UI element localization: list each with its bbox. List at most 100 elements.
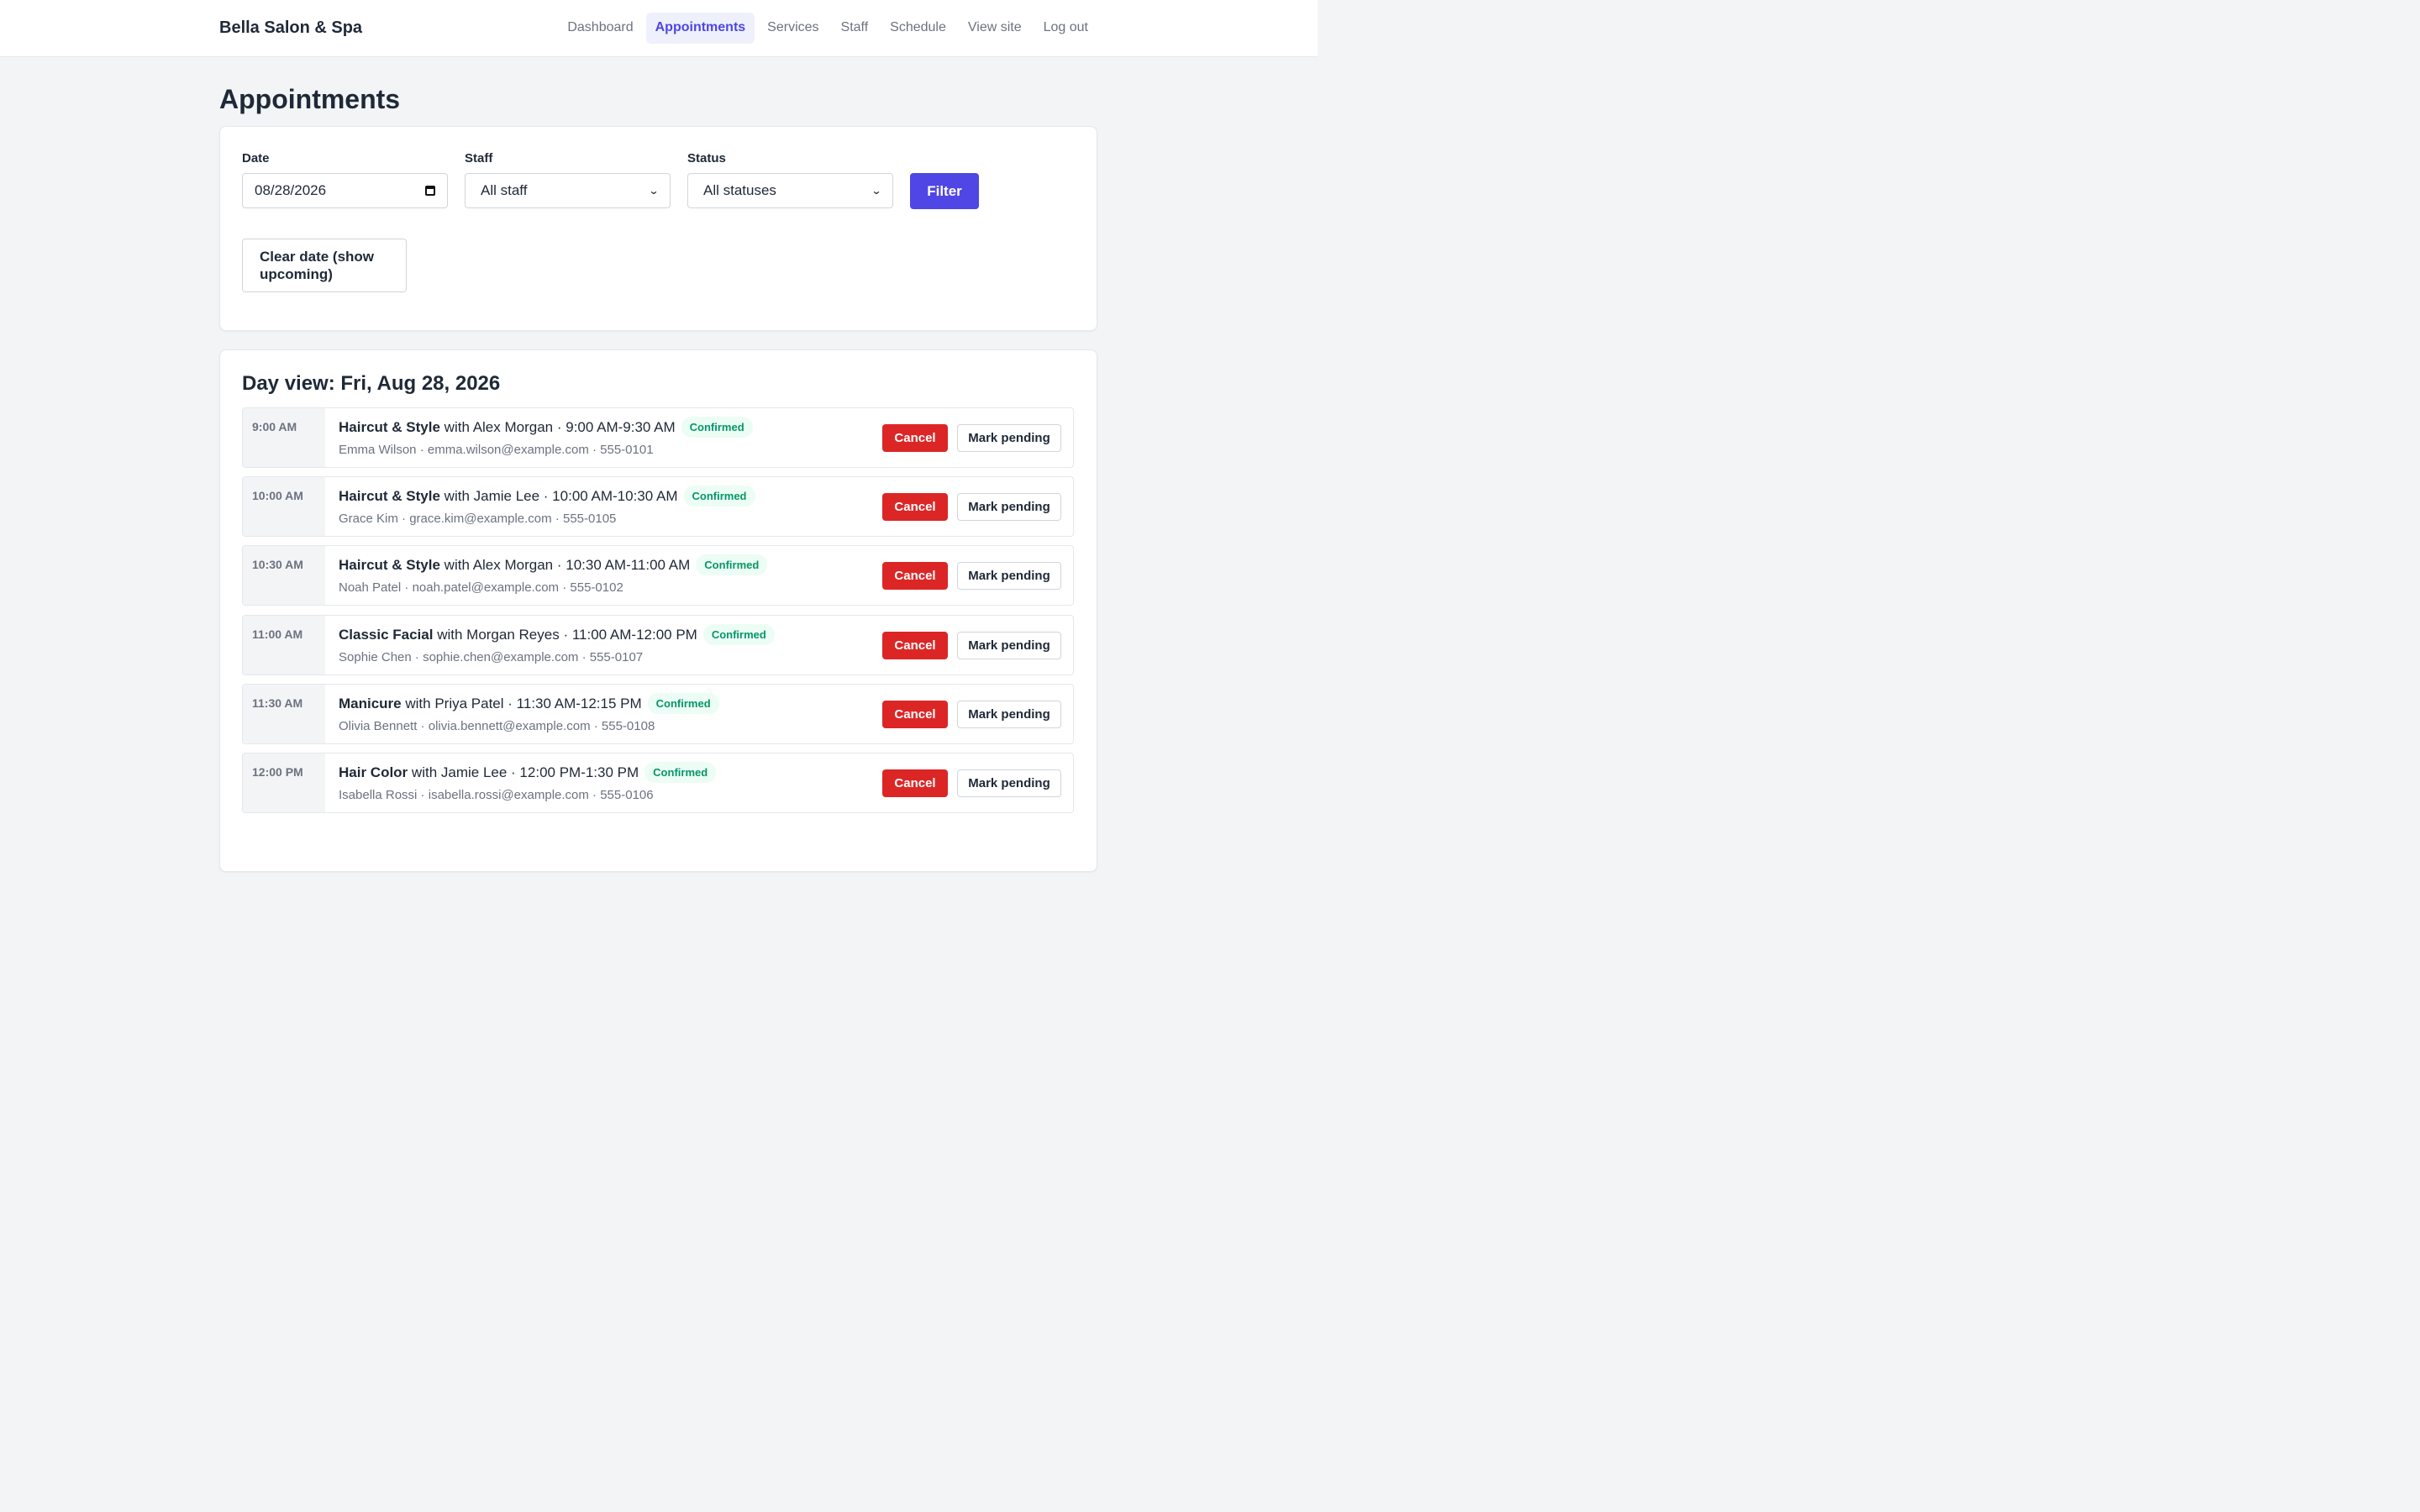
nav-dashboard[interactable]: Dashboard <box>558 13 642 44</box>
appointment-summary: Haircut & Style with Alex Morgan · 9:00 … <box>339 417 753 438</box>
appointment-time: 10:00 AM <box>252 489 303 502</box>
nav-appointments[interactable]: Appointments <box>645 13 755 44</box>
cancel-button[interactable]: Cancel <box>882 632 948 659</box>
cancel-button[interactable]: Cancel <box>882 562 948 590</box>
appointment-time: 9:00 AM <box>252 420 297 433</box>
client-phone: 555-0106 <box>600 788 654 802</box>
service-name: Haircut & Style <box>339 418 440 435</box>
status-label: Status <box>687 151 726 165</box>
service-name: Haircut & Style <box>339 487 440 504</box>
time-range: · 9:00 AM-9:30 AM <box>556 418 676 435</box>
status-field: Status All statuses ⌄ <box>687 151 893 208</box>
cancel-button[interactable]: Cancel <box>882 769 948 797</box>
appointment-time: 11:30 AM <box>252 696 303 710</box>
client-phone: 555-0101 <box>600 443 654 457</box>
time-column: 10:00 AM <box>243 477 325 536</box>
time-column: 11:30 AM <box>243 685 325 743</box>
mark-pending-button[interactable]: Mark pending <box>957 562 1061 590</box>
top-navbar: Bella Salon & Spa Dashboard Appointments… <box>0 0 1318 57</box>
date-field: Date 08/28/2026 <box>242 151 448 208</box>
nav-staff[interactable]: Staff <box>832 13 878 44</box>
client-details: Isabella Rossi · isabella.rossi@example.… <box>339 788 654 802</box>
status-select-value: All statuses <box>703 182 776 198</box>
staff-name: with Morgan Reyes <box>437 626 560 643</box>
client-email: noah.patel@example.com <box>412 580 560 595</box>
date-label: Date <box>242 151 270 165</box>
appointment-summary: Haircut & Style with Jamie Lee · 10:00 A… <box>339 486 755 507</box>
chevron-down-icon: ⌄ <box>648 185 660 197</box>
date-value: 08/28/2026 <box>255 182 327 198</box>
time-column: 10:30 AM <box>243 546 325 605</box>
client-email: sophie.chen@example.com <box>423 650 579 664</box>
status-badge: Confirmed <box>702 624 775 645</box>
status-badge: Confirmed <box>681 417 753 438</box>
staff-name: with Jamie Lee <box>444 487 540 504</box>
mark-pending-button[interactable]: Mark pending <box>957 493 1061 521</box>
appointment-summary: Manicure with Priya Patel · 11:30 AM-12:… <box>339 693 719 714</box>
client-name: Isabella Rossi <box>339 788 418 802</box>
client-email: olivia.bennett@example.com <box>428 719 591 733</box>
service-name: Hair Color <box>339 764 408 780</box>
nav-services[interactable]: Services <box>758 13 828 44</box>
appointment-row: 11:00 AM Classic Facial with Morgan Reye… <box>242 615 1074 675</box>
time-column: 9:00 AM <box>243 408 325 467</box>
appointment-summary: Haircut & Style with Alex Morgan · 10:30… <box>339 554 768 575</box>
client-details: Noah Patel · noah.patel@example.com · 55… <box>339 580 623 595</box>
status-badge: Confirmed <box>647 693 719 714</box>
appointment-row: 10:00 AM Haircut & Style with Jamie Lee … <box>242 476 1074 537</box>
page-title: Appointments <box>219 84 401 114</box>
filter-button[interactable]: Filter <box>910 173 979 209</box>
mark-pending-button[interactable]: Mark pending <box>957 632 1061 659</box>
staff-field: Staff All staff ⌄ <box>465 151 671 208</box>
nav-view-site[interactable]: View site <box>959 13 1031 44</box>
day-view-title: Day view: Fri, Aug 28, 2026 <box>242 372 501 395</box>
time-column: 11:00 AM <box>243 616 325 675</box>
brand-logo-text[interactable]: Bella Salon & Spa <box>219 0 362 56</box>
client-details: Sophie Chen · sophie.chen@example.com · … <box>339 650 644 664</box>
time-column: 12:00 PM <box>243 753 325 812</box>
mark-pending-button[interactable]: Mark pending <box>957 769 1061 797</box>
client-name: Grace Kim <box>339 512 398 526</box>
filter-card: Date 08/28/2026 Staff All staff ⌄ Status… <box>219 126 1097 331</box>
staff-select[interactable]: All staff ⌄ <box>465 173 671 208</box>
staff-name: with Alex Morgan <box>444 556 554 573</box>
time-range: · 10:00 AM-10:30 AM <box>543 487 678 504</box>
client-name: Olivia Bennett <box>339 719 418 733</box>
time-range: · 12:00 PM-1:30 PM <box>511 764 639 780</box>
cancel-button[interactable]: Cancel <box>882 701 948 728</box>
time-range: · 10:30 AM-11:00 AM <box>556 556 691 573</box>
nav-schedule[interactable]: Schedule <box>881 13 955 44</box>
chevron-down-icon: ⌄ <box>871 185 882 197</box>
status-select[interactable]: All statuses ⌄ <box>687 173 893 208</box>
client-email: isabella.rossi@example.com <box>428 788 589 802</box>
service-name: Haircut & Style <box>339 556 440 573</box>
client-name: Sophie Chen <box>339 650 412 664</box>
main-nav: Dashboard Appointments Services Staff Sc… <box>555 13 1097 44</box>
appointment-summary: Classic Facial with Morgan Reyes · 11:00… <box>339 624 775 645</box>
client-name: Noah Patel <box>339 580 402 595</box>
appointment-time: 10:30 AM <box>252 558 303 571</box>
client-email: emma.wilson@example.com <box>427 443 589 457</box>
client-name: Emma Wilson <box>339 443 417 457</box>
staff-select-value: All staff <box>481 182 528 198</box>
staff-label: Staff <box>465 151 493 165</box>
client-email: grace.kim@example.com <box>409 512 552 526</box>
client-details: Grace Kim · grace.kim@example.com · 555-… <box>339 512 617 526</box>
calendar-icon[interactable] <box>425 186 435 196</box>
mark-pending-button[interactable]: Mark pending <box>957 424 1061 452</box>
nav-log-out[interactable]: Log out <box>1034 13 1097 44</box>
mark-pending-button[interactable]: Mark pending <box>957 701 1061 728</box>
client-details: Olivia Bennett · olivia.bennett@example.… <box>339 719 655 733</box>
time-range: · 11:30 AM-12:15 PM <box>508 695 642 711</box>
appointment-time: 11:00 AM <box>252 627 303 641</box>
cancel-button[interactable]: Cancel <box>882 493 948 521</box>
date-input[interactable]: 08/28/2026 <box>242 173 448 208</box>
staff-name: with Priya Patel <box>405 695 504 711</box>
client-phone: 555-0108 <box>601 719 655 733</box>
clear-date-button[interactable]: Clear date (show upcoming) <box>242 239 407 292</box>
appointment-row: 10:30 AM Haircut & Style with Alex Morga… <box>242 545 1074 606</box>
day-view-card: Day view: Fri, Aug 28, 2026 9:00 AM Hair… <box>219 349 1097 872</box>
appointment-time: 12:00 PM <box>252 765 303 779</box>
cancel-button[interactable]: Cancel <box>882 424 948 452</box>
service-name: Manicure <box>339 695 402 711</box>
